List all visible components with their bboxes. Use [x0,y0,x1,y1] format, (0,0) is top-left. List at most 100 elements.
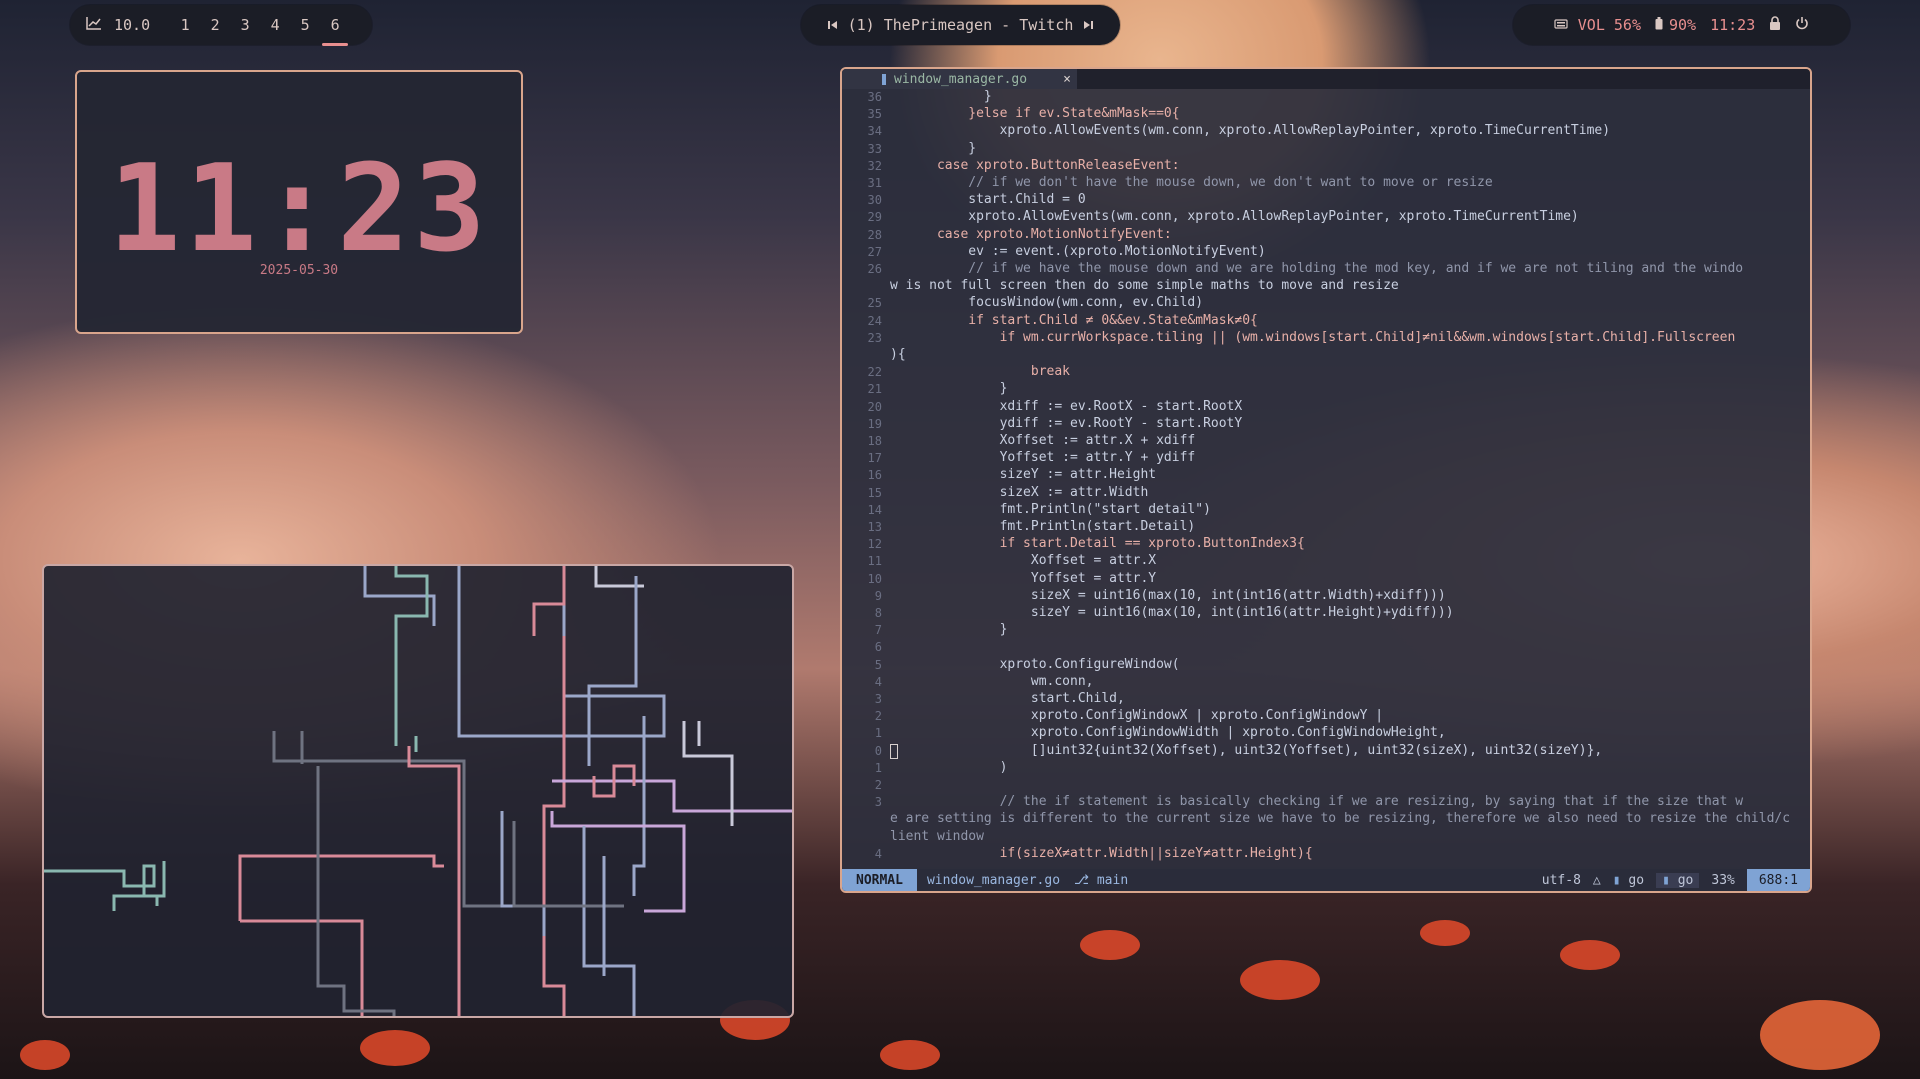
code-line: Yoffset = attr.Y [890,570,1157,586]
git-branch-icon: ⎇ [1074,872,1097,888]
code-line: fmt.Println("start detail") [890,501,1211,517]
code-line: }else if ev.State&mMask==0{ [890,106,1180,122]
power-icon[interactable] [1795,16,1809,34]
line-number: 15 [867,485,882,500]
git-branch: ⎇ main [1074,873,1128,888]
code-line: } [890,89,992,104]
code-line: } [890,381,1008,397]
tab-close-button[interactable]: × [1063,72,1071,87]
line-number: 20 [867,399,882,414]
line-number: 25 [867,296,882,311]
workspace-6[interactable]: 6 [322,16,349,46]
pipes-terminal-window[interactable] [42,564,794,1018]
line-number: 21 [867,382,882,397]
battery-group: 90% [1655,16,1696,34]
warning-icon: △ [1592,872,1601,888]
line-number: 12 [867,537,882,552]
code-line: // the if statement is basically checkin… [890,794,1744,810]
code-line: wm.conn, [890,673,1094,689]
tab-window-manager[interactable]: window_manager.go × [842,69,1077,89]
code-line: xproto.ConfigureWindow( [890,656,1180,672]
line-number: 22 [867,365,882,380]
line-number: 10 [867,571,882,586]
statusline: NORMAL window_manager.go ⎇ main utf-8 △ … [842,869,1810,891]
workspace-4[interactable]: 4 [266,16,284,34]
line-number: 6 [874,640,882,655]
code-line: // if we don't have the mouse down, we d… [890,175,1493,190]
battery-label: 90% [1668,16,1697,34]
code-line: start.Child, [890,691,1125,706]
code-line: ydiff := ev.RootY - start.RootY [890,415,1243,431]
volume-label: VOL 56% [1577,16,1641,34]
line-number: 2 [874,709,882,724]
code-line: if wm.currWorkspace.tiling || (wm.window… [890,329,1736,345]
file-icon [882,73,886,85]
line-number: 27 [867,244,882,259]
line-number: 19 [867,416,882,431]
encoding-label: utf-8 [1541,872,1581,888]
code-line: ){ [890,347,906,362]
line-number: 18 [867,434,882,448]
code-line: xproto.ConfigWindowWidth | xproto.Config… [890,725,1446,741]
cursor-position: 688:1 [1746,869,1810,891]
code-line: // if we have the mouse down and we are … [890,261,1744,276]
line-number: 14 [867,502,882,517]
code-line: sizeY = uint16(max(10, int(int16(attr.He… [890,605,1454,620]
skip-back-icon[interactable] [827,16,838,34]
code-line: Yoffset := attr.Y + ydiff [890,450,1196,466]
lock-icon[interactable] [1769,16,1781,34]
line-number: 32 [867,158,882,173]
line-number: 5 [874,657,882,672]
code-line: Xoffset = attr.X [890,553,1157,569]
line-number: 3 [874,692,882,706]
code-line: sizeY := attr.Height [890,467,1157,483]
panel-clock: 11:23 [1710,16,1756,34]
clock-widget: 11:23 2025-05-30 [75,70,523,334]
code-line: fmt.Println(start.Detail) [890,519,1196,534]
line-number: 8 [874,606,882,620]
statusline-right: utf-8 △ ▮ go ▮ go 33% 688:1 [1542,869,1810,891]
filetype-label: ▮ go [1612,872,1645,888]
code-line: case xproto.MotionNotifyEvent: [890,226,1172,242]
scroll-percent: 33% [1711,872,1735,888]
workspace-1[interactable]: 1 [176,16,194,34]
code-line: } [890,140,977,156]
code-line: xproto.ConfigWindowX | xproto.ConfigWind… [890,708,1384,724]
code-line: []uint32{uint32(Xoffset), uint32(Yoffset… [890,742,1603,758]
media-title[interactable]: (1) ThePrimeagen - Twitch [848,16,1074,34]
workspace-5[interactable]: 5 [296,16,314,34]
line-number: 31 [867,176,882,190]
chart-icon [86,16,102,34]
code-line: break [890,364,1071,380]
code-line: w is not full screen then do some simple… [890,278,1399,294]
code-area[interactable]: 36 } 35 }else if ev.State&mMask==0{34 xpr… [842,89,1810,869]
line-number: 1 [874,760,882,775]
code-line: if(sizeX≠attr.Width||sizeY≠attr.Height){ [890,845,1313,861]
code-line: Xoffset := attr.X + xdiff [890,433,1196,448]
volume-group[interactable]: VOL 56% [1554,16,1641,34]
line-number: 11 [867,554,882,569]
line-number: 3 [874,795,882,810]
code-line: ) [890,759,1008,775]
code-line: xdiff := ev.RootX - start.RootX [890,398,1243,414]
line-number: 33 [867,141,882,156]
git-branch-label: main [1096,872,1129,888]
clock-time: 11:23 [108,140,490,279]
line-number: 9 [874,588,882,603]
line-number: 7 [874,623,882,638]
battery-icon [1655,16,1663,34]
line-number: 34 [867,124,882,139]
line-number: 16 [867,468,882,483]
line-number: 36 [867,90,882,104]
workspace-bar: 10.0 1 2 3 4 5 6 [70,5,372,46]
code-line: start.Child = 0 [890,192,1086,208]
workspace-3[interactable]: 3 [236,16,254,34]
skip-forward-icon[interactable] [1083,16,1094,34]
workspace-2[interactable]: 2 [206,16,224,34]
code-line: sizeX = uint16(max(10, int(int16(attr.Wi… [890,587,1446,603]
line-number: 2 [874,778,882,792]
code-line: xproto.AllowEvents(wm.conn, xproto.Allow… [890,123,1611,139]
line-number: 26 [867,262,882,276]
line-number: 24 [867,313,882,328]
editor-window[interactable]: window_manager.go × 36 } 35 }else if ev.S… [840,67,1812,893]
